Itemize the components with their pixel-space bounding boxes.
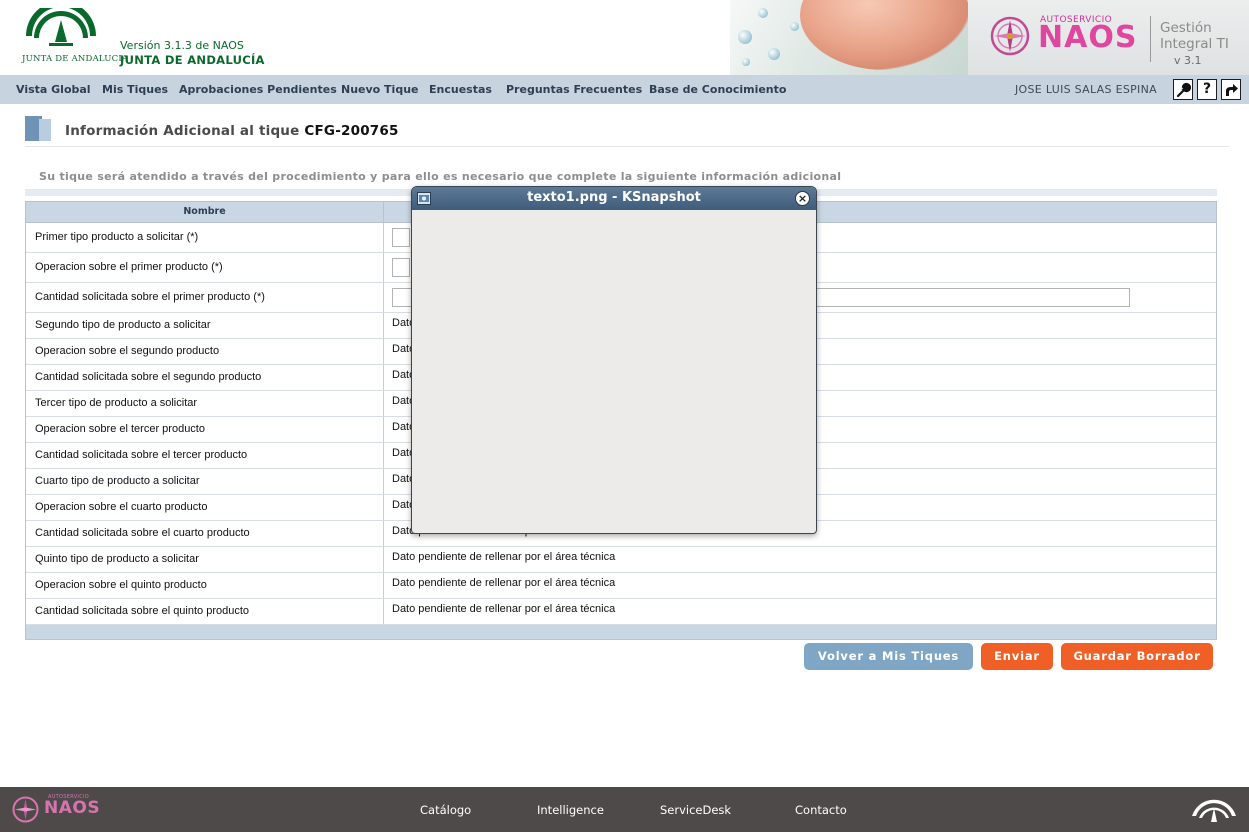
help-icon[interactable]: ? bbox=[1197, 79, 1217, 100]
field-label: Operacion sobre el quinto producto bbox=[35, 579, 207, 591]
field-label: Operacion sobre el primer producto (*) bbox=[35, 261, 223, 273]
junta-emblem-icon[interactable] bbox=[1189, 796, 1239, 826]
header: JUNTA DE ANDALUCIA Versión 3.1.3 de NAOS… bbox=[0, 0, 1249, 75]
junta-emblem-icon bbox=[26, 1, 96, 46]
footer-logo-wordmark: NAOS bbox=[44, 798, 101, 818]
gestion-integral-label: Gestión Integral TI bbox=[1160, 20, 1229, 52]
field-label: Cantidad solicitada sobre el cuarto prod… bbox=[35, 527, 250, 539]
field-label: Cantidad solicitada sobre el tercer prod… bbox=[35, 449, 248, 461]
header-banner-image bbox=[730, 0, 968, 75]
logout-icon[interactable] bbox=[1221, 79, 1241, 100]
column-header-nombre: Nombre bbox=[183, 206, 226, 217]
page-title: Información Adicional al tique CFG-20076… bbox=[65, 123, 399, 139]
organization-name: JUNTA DE ANDALUCÍA bbox=[120, 53, 265, 67]
field-value: Dato pendiente de rellenar por el área t… bbox=[392, 603, 616, 615]
nav-base-de-conocimiento[interactable]: Base de Conocimiento bbox=[649, 83, 786, 96]
ticket-id: CFG-200765 bbox=[304, 123, 399, 139]
main-navigation: Vista Global Mis Tiques Aprobaciones Pen… bbox=[0, 75, 1249, 104]
user-name: JOSE LUIS SALAS ESPINA bbox=[1015, 83, 1157, 96]
field-label: Segundo tipo de producto a solicitar bbox=[35, 319, 211, 331]
page-title-icon bbox=[25, 116, 51, 141]
footer-link-intelligence[interactable]: Intelligence bbox=[537, 803, 604, 817]
field-label: Quinto tipo de producto a solicitar bbox=[35, 553, 199, 565]
junta-andalucia-logo[interactable]: JUNTA DE ANDALUCIA bbox=[18, 1, 128, 68]
naos-brand-logo: AUTOSERVICIO NAOS Gestión Integral TI v … bbox=[968, 0, 1249, 75]
field-label: Primer tipo producto a solicitar (*) bbox=[35, 231, 199, 243]
table-row: Quinto tipo de producto a solicitar Dato … bbox=[26, 547, 1216, 573]
back-to-my-tickets-button[interactable]: Volver a Mis Tiques bbox=[804, 643, 973, 670]
field-label: Cuarto tipo de producto a solicitar bbox=[35, 475, 200, 487]
field-input[interactable] bbox=[392, 258, 410, 277]
field-value: Dato pendiente de rellenar por el área t… bbox=[392, 551, 616, 563]
nav-encuestas[interactable]: Encuestas bbox=[429, 83, 492, 96]
page-title-prefix: Información Adicional al tique bbox=[65, 123, 300, 139]
field-label: Operacion sobre el tercer producto bbox=[35, 423, 205, 435]
ksnapshot-window[interactable]: texto1.png - KSnapshot × bbox=[411, 186, 817, 534]
brand-divider bbox=[1150, 16, 1151, 62]
field-label: Operacion sobre el segundo producto bbox=[35, 345, 220, 357]
field-label: Cantidad solicitada sobre el primer prod… bbox=[35, 291, 265, 303]
footer-link-contacto[interactable]: Contacto bbox=[795, 803, 847, 817]
footer-naos-logo[interactable]: AUTOSERVICIO NAOS bbox=[12, 794, 112, 824]
table-footer bbox=[26, 625, 1216, 639]
field-label: Operacion sobre el cuarto producto bbox=[35, 501, 208, 513]
gestion-line-2: Integral TI bbox=[1160, 36, 1229, 52]
close-icon[interactable]: × bbox=[795, 191, 810, 206]
instructions-text: Su tique será atendido a través del proc… bbox=[39, 170, 842, 183]
field-input[interactable] bbox=[392, 228, 410, 247]
gestion-line-1: Gestión bbox=[1160, 20, 1212, 36]
footer-link-catalogo[interactable]: Catálogo bbox=[420, 803, 471, 817]
table-row: Operacion sobre el quinto producto Dato p… bbox=[26, 573, 1216, 599]
field-label: Cantidad solicitada sobre el quinto prod… bbox=[35, 605, 250, 617]
compass-icon bbox=[990, 16, 1030, 56]
field-value: Dato pendiente de rellenar por el área t… bbox=[392, 577, 616, 589]
wrench-icon[interactable] bbox=[1173, 79, 1193, 100]
nav-nuevo-tique[interactable]: Nuevo Tique bbox=[341, 83, 419, 96]
table-row: Cantidad solicitada sobre el quinto prod… bbox=[26, 599, 1216, 625]
nav-preguntas-frecuentes[interactable]: Preguntas Frecuentes bbox=[506, 83, 642, 96]
nav-aprobaciones-pendientes[interactable]: Aprobaciones Pendientes bbox=[179, 83, 337, 96]
brand-version: v 3.1 bbox=[1174, 54, 1202, 67]
naos-wordmark: NAOS bbox=[1038, 20, 1138, 55]
field-label: Cantidad solicitada sobre el segundo pro… bbox=[35, 371, 262, 383]
title-divider bbox=[25, 146, 1229, 147]
compass-icon bbox=[12, 796, 39, 823]
logo-caption: JUNTA DE ANDALUCIA bbox=[22, 54, 129, 64]
footer-link-servicedesk[interactable]: ServiceDesk bbox=[660, 803, 731, 817]
nav-mis-tiques[interactable]: Mis Tiques bbox=[102, 83, 168, 96]
field-label: Tercer tipo de producto a solicitar bbox=[35, 397, 198, 409]
app-version: Versión 3.1.3 de NAOS bbox=[120, 39, 244, 52]
send-button[interactable]: Enviar bbox=[981, 643, 1053, 670]
footer: AUTOSERVICIO NAOS Catálogo Intelligence … bbox=[0, 787, 1249, 832]
window-title: texto1.png - KSnapshot bbox=[527, 190, 701, 205]
save-draft-button[interactable]: Guardar Borrador bbox=[1061, 643, 1213, 670]
nav-vista-global[interactable]: Vista Global bbox=[16, 83, 91, 96]
window-titlebar[interactable]: texto1.png - KSnapshot × bbox=[412, 187, 816, 210]
